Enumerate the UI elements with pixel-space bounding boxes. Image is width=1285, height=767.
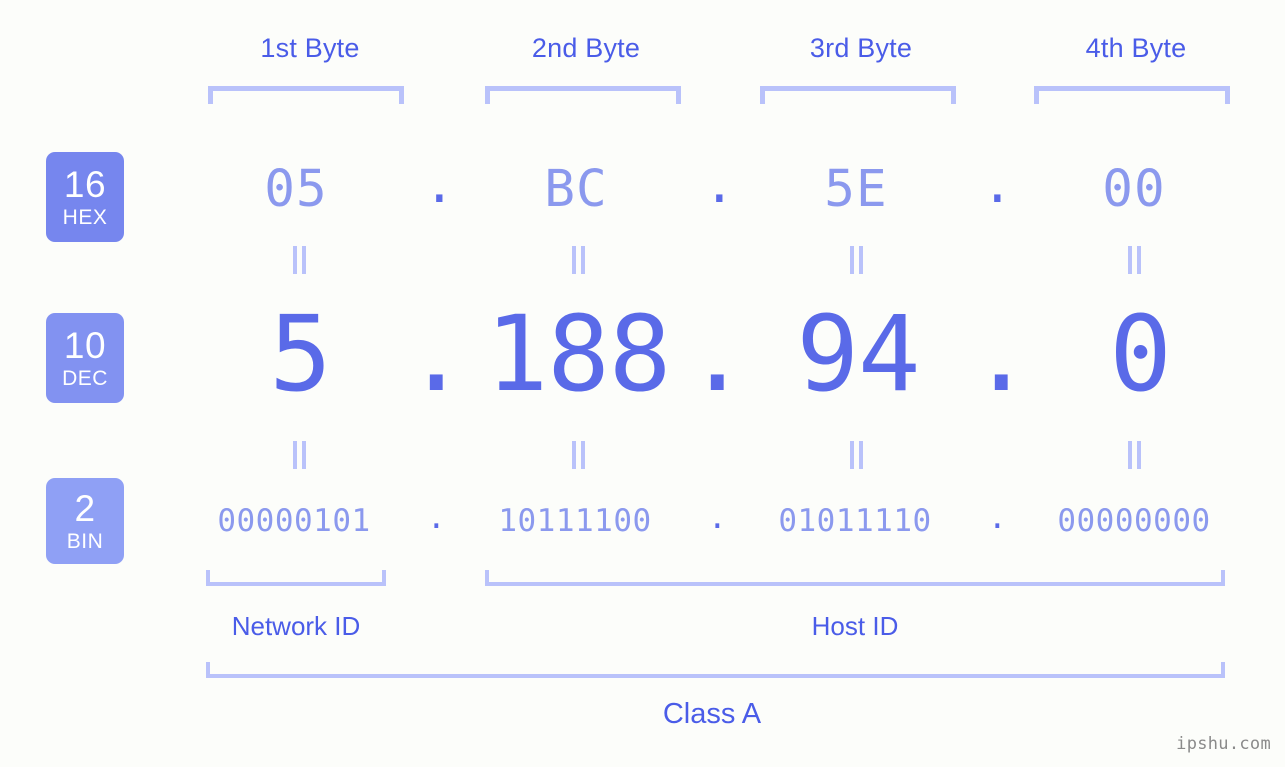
radix-badge-dec: 10 DEC bbox=[46, 313, 124, 403]
byte-bracket-1 bbox=[208, 86, 404, 104]
bin-byte-2: 10111100 bbox=[498, 503, 652, 539]
equals-mark-2-1 bbox=[291, 441, 309, 469]
bin-dot-1: . bbox=[427, 500, 446, 536]
byte-header-2: 2nd Byte bbox=[531, 33, 641, 63]
hex-dot-1: . bbox=[424, 156, 455, 215]
ip-address-breakdown-diagram: 1st Byte 2nd Byte 3rd Byte 4th Byte 16 H… bbox=[0, 0, 1285, 767]
equals-mark-1-4 bbox=[1126, 246, 1144, 274]
equals-mark-1-1 bbox=[291, 246, 309, 274]
dec-byte-3: 94 bbox=[796, 293, 920, 415]
byte-bracket-4 bbox=[1034, 86, 1230, 104]
radix-badge-hex-name: HEX bbox=[62, 206, 108, 229]
hex-byte-2: BC bbox=[544, 160, 608, 219]
bin-byte-4: 00000000 bbox=[1057, 503, 1211, 539]
hex-byte-4: 00 bbox=[1102, 160, 1166, 219]
radix-badge-dec-number: 10 bbox=[63, 325, 107, 366]
radix-badge-hex: 16 HEX bbox=[46, 152, 124, 242]
radix-badge-dec-name: DEC bbox=[62, 367, 108, 390]
radix-badge-bin-number: 2 bbox=[74, 488, 96, 529]
dec-dot-3: . bbox=[970, 293, 1033, 415]
radix-badge-bin: 2 BIN bbox=[46, 478, 124, 564]
radix-badge-bin-name: BIN bbox=[66, 530, 104, 553]
bin-byte-1: 00000101 bbox=[217, 503, 371, 539]
dec-dot-1: . bbox=[405, 293, 468, 415]
bin-dot-3: . bbox=[988, 500, 1007, 536]
class-label: Class A bbox=[662, 698, 762, 730]
byte-bracket-2 bbox=[485, 86, 681, 104]
byte-bracket-3 bbox=[760, 86, 956, 104]
equals-mark-1-2 bbox=[570, 246, 588, 274]
bin-byte-3: 01011110 bbox=[778, 503, 932, 539]
dec-byte-2: 188 bbox=[485, 293, 672, 415]
network-id-bracket bbox=[206, 570, 386, 586]
equals-mark-2-2 bbox=[570, 441, 588, 469]
site-watermark: ipshu.com bbox=[1176, 734, 1271, 754]
equals-mark-2-3 bbox=[848, 441, 866, 469]
equals-mark-1-3 bbox=[848, 246, 866, 274]
byte-header-3: 3rd Byte bbox=[809, 33, 913, 63]
host-id-bracket bbox=[485, 570, 1225, 586]
dec-dot-2: . bbox=[686, 293, 749, 415]
byte-header-4: 4th Byte bbox=[1085, 33, 1187, 63]
hex-dot-2: . bbox=[704, 156, 735, 215]
hex-dot-3: . bbox=[982, 156, 1013, 215]
byte-header-1: 1st Byte bbox=[260, 33, 360, 63]
host-id-label: Host ID bbox=[811, 611, 899, 641]
hex-byte-1: 05 bbox=[264, 160, 328, 219]
radix-badge-hex-number: 16 bbox=[63, 164, 107, 205]
equals-mark-2-4 bbox=[1126, 441, 1144, 469]
hex-byte-3: 5E bbox=[824, 160, 888, 219]
class-bracket bbox=[206, 662, 1225, 678]
bin-dot-2: . bbox=[708, 500, 727, 536]
dec-byte-1: 5 bbox=[269, 293, 332, 415]
network-id-label: Network ID bbox=[231, 611, 361, 641]
dec-byte-4: 0 bbox=[1109, 293, 1172, 415]
